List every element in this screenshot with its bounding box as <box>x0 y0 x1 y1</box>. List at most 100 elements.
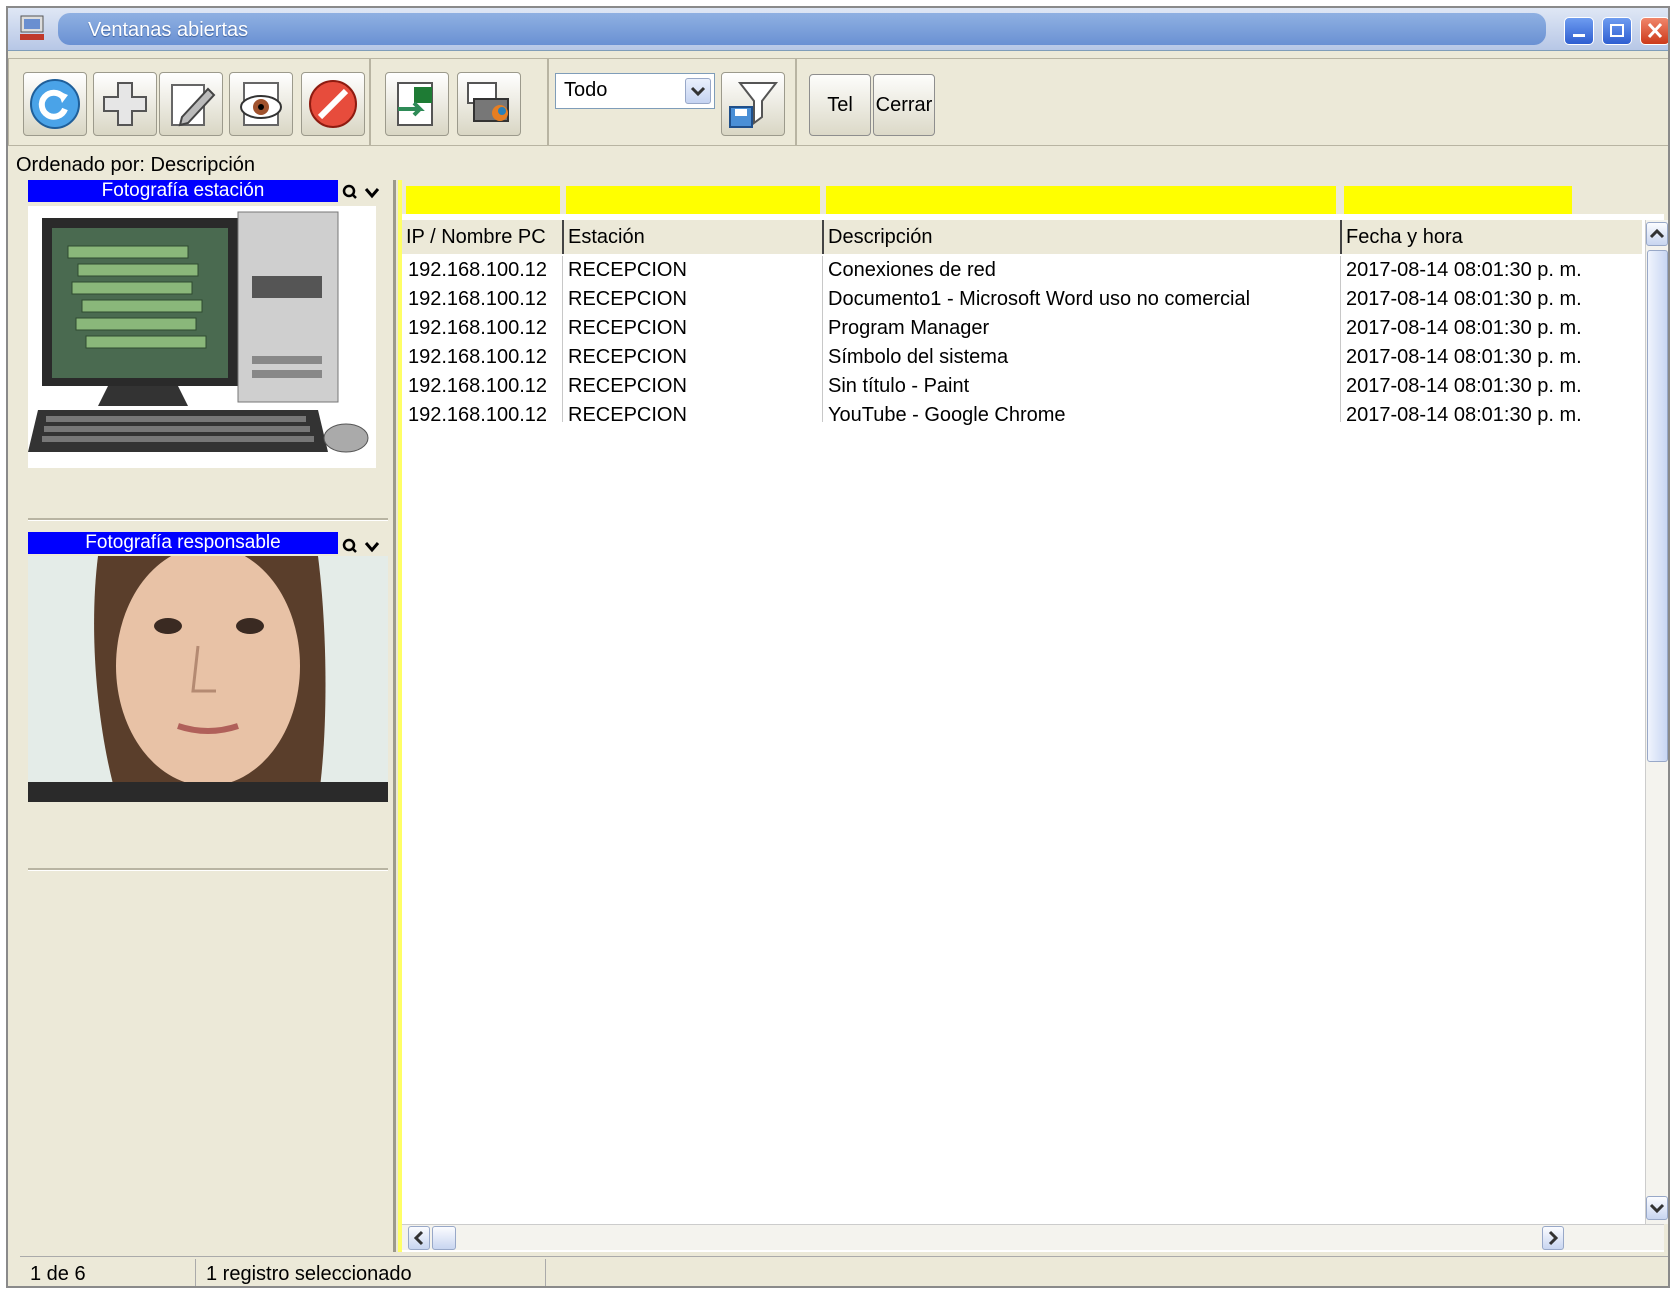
cell-description: Sin título - Paint <box>828 375 970 397</box>
station-photo-tools <box>340 180 390 202</box>
column-header-station[interactable]: Estación <box>562 220 822 254</box>
computer-photo-image <box>28 206 376 468</box>
toolbar-group-export <box>370 58 548 146</box>
cell-station: RECEPCION <box>568 317 687 339</box>
cell-ip: 192.168.100.12 <box>408 404 548 426</box>
toolbar-group-text: Tel Cerrar <box>796 58 1668 146</box>
delete-button[interactable] <box>301 72 365 136</box>
cell-description: Conexiones de red <box>828 259 996 281</box>
cell-station: RECEPCION <box>568 288 687 310</box>
print-icon <box>467 82 509 122</box>
table-row[interactable]: 192.168.100.12 RECEPCION YouTube - Googl… <box>402 401 1642 430</box>
table-row[interactable]: 192.168.100.12 RECEPCION Program Manager… <box>402 314 1642 343</box>
print-button[interactable] <box>457 72 521 136</box>
export-excel-button[interactable] <box>385 72 449 136</box>
cell-station: RECEPCION <box>568 259 687 281</box>
cell-datetime: 2017-08-14 08:01:30 p. m. <box>1346 404 1580 426</box>
view-button[interactable] <box>229 72 293 136</box>
record-position: 1 de 6 <box>20 1259 196 1286</box>
cell-description: YouTube - Google Chrome <box>828 404 1066 426</box>
cell-datetime: 2017-08-14 08:01:30 p. m. <box>1346 288 1580 310</box>
chevron-right-icon <box>1548 1230 1559 1246</box>
filter-select[interactable]: Todo <box>555 73 715 109</box>
scroll-up-button[interactable] <box>1646 222 1668 246</box>
station-photo-title: Fotografía estación <box>28 180 338 202</box>
title-bar[interactable]: Ventanas abiertas <box>8 8 1668 51</box>
filter-ip[interactable] <box>406 186 560 214</box>
edit-icon <box>171 84 216 127</box>
cell-ip: 192.168.100.12 <box>408 375 548 397</box>
cell-station: RECEPCION <box>568 346 687 368</box>
close-icon <box>1647 22 1663 39</box>
panel-divider <box>28 518 388 521</box>
responsible-photo <box>28 556 388 802</box>
cell-datetime: 2017-08-14 08:01:30 p. m. <box>1346 346 1580 368</box>
table-row[interactable]: 192.168.100.12 RECEPCION Conexiones de r… <box>402 256 1642 285</box>
table-body: 192.168.100.12 RECEPCION Conexiones de r… <box>402 256 1642 430</box>
chevron-down-icon[interactable] <box>364 542 380 553</box>
table-row[interactable]: 192.168.100.12 RECEPCION Símbolo del sis… <box>402 343 1642 372</box>
toolbar-group-actions <box>8 58 370 146</box>
export-excel-icon <box>397 82 433 126</box>
scroll-right-button[interactable] <box>1542 1226 1564 1250</box>
chevron-left-icon <box>413 1230 424 1246</box>
scroll-left-button[interactable] <box>408 1226 430 1250</box>
cell-description: Program Manager <box>828 317 990 339</box>
cell-datetime: 2017-08-14 08:01:30 p. m. <box>1346 375 1580 397</box>
main-window: Ventanas abiertas Todo Tel Cerrar Ordena… <box>6 6 1670 1288</box>
computer-app-icon <box>20 15 44 40</box>
vertical-scroll-thumb[interactable] <box>1647 250 1668 762</box>
minimize-button[interactable] <box>1564 17 1594 45</box>
column-header-datetime[interactable]: Fecha y hora <box>1340 220 1574 254</box>
add-button[interactable] <box>93 72 157 136</box>
filter-description[interactable] <box>826 186 1336 214</box>
cell-station: RECEPCION <box>568 375 687 397</box>
cell-datetime: 2017-08-14 08:01:30 p. m. <box>1346 259 1580 281</box>
table-row[interactable]: 192.168.100.12 RECEPCION Sin título - Pa… <box>402 372 1642 401</box>
vertical-scrollbar[interactable] <box>1645 220 1668 1224</box>
search-icon[interactable] <box>342 184 357 199</box>
chevron-up-icon <box>1649 228 1665 239</box>
status-bar: 1 de 6 1 registro seleccionado <box>20 1256 1668 1286</box>
filter-station[interactable] <box>566 186 820 214</box>
column-header-ip[interactable]: IP / Nombre PC <box>402 220 562 254</box>
chevron-down-icon[interactable] <box>364 188 380 199</box>
cell-description: Símbolo del sistema <box>828 346 1009 368</box>
maximize-icon <box>1610 24 1624 37</box>
filter-save-button[interactable] <box>721 72 785 136</box>
horizontal-scrollbar[interactable] <box>402 1224 1664 1250</box>
add-icon <box>103 82 147 126</box>
edit-button[interactable] <box>159 72 223 136</box>
chevron-down-icon <box>1649 1203 1665 1214</box>
toolbar: Todo Tel Cerrar <box>8 58 1668 146</box>
cell-ip: 192.168.100.12 <box>408 259 548 281</box>
cerrar-button[interactable]: Cerrar <box>873 74 935 136</box>
refresh-button[interactable] <box>23 72 87 136</box>
cell-ip: 192.168.100.12 <box>408 317 548 339</box>
close-window-button[interactable] <box>1640 17 1668 45</box>
cell-datetime: 2017-08-14 08:01:30 p. m. <box>1346 317 1580 339</box>
filter-select-value: Todo <box>564 79 608 101</box>
horizontal-scroll-thumb[interactable] <box>432 1226 456 1250</box>
maximize-button[interactable] <box>1602 17 1632 45</box>
responsible-photo-title: Fotografía responsable <box>28 532 338 554</box>
tel-button[interactable]: Tel <box>809 74 871 136</box>
minimize-icon <box>1573 34 1585 37</box>
refresh-icon <box>30 79 80 129</box>
chevron-down-icon[interactable] <box>685 78 711 104</box>
table-row[interactable]: 192.168.100.12 RECEPCION Documento1 - Mi… <box>402 285 1642 314</box>
column-header-description[interactable]: Descripción <box>822 220 1340 254</box>
person-photo-image <box>28 556 388 802</box>
toolbar-group-filter: Todo <box>548 58 796 146</box>
left-panel: Fotografía estación Fotografía responsab… <box>20 180 396 1252</box>
scroll-down-button[interactable] <box>1646 1196 1668 1220</box>
cell-ip: 192.168.100.12 <box>408 346 548 368</box>
windows-table: IP / Nombre PC Estación Descripción Fech… <box>398 180 1668 1252</box>
filter-datetime[interactable] <box>1344 186 1572 214</box>
window-title: Ventanas abiertas <box>88 19 249 41</box>
ordered-by-label: Ordenado por: Descripción <box>16 154 256 176</box>
view-icon <box>240 82 282 126</box>
search-icon[interactable] <box>342 538 357 553</box>
responsible-photo-tools <box>340 534 390 556</box>
cell-station: RECEPCION <box>568 404 687 426</box>
